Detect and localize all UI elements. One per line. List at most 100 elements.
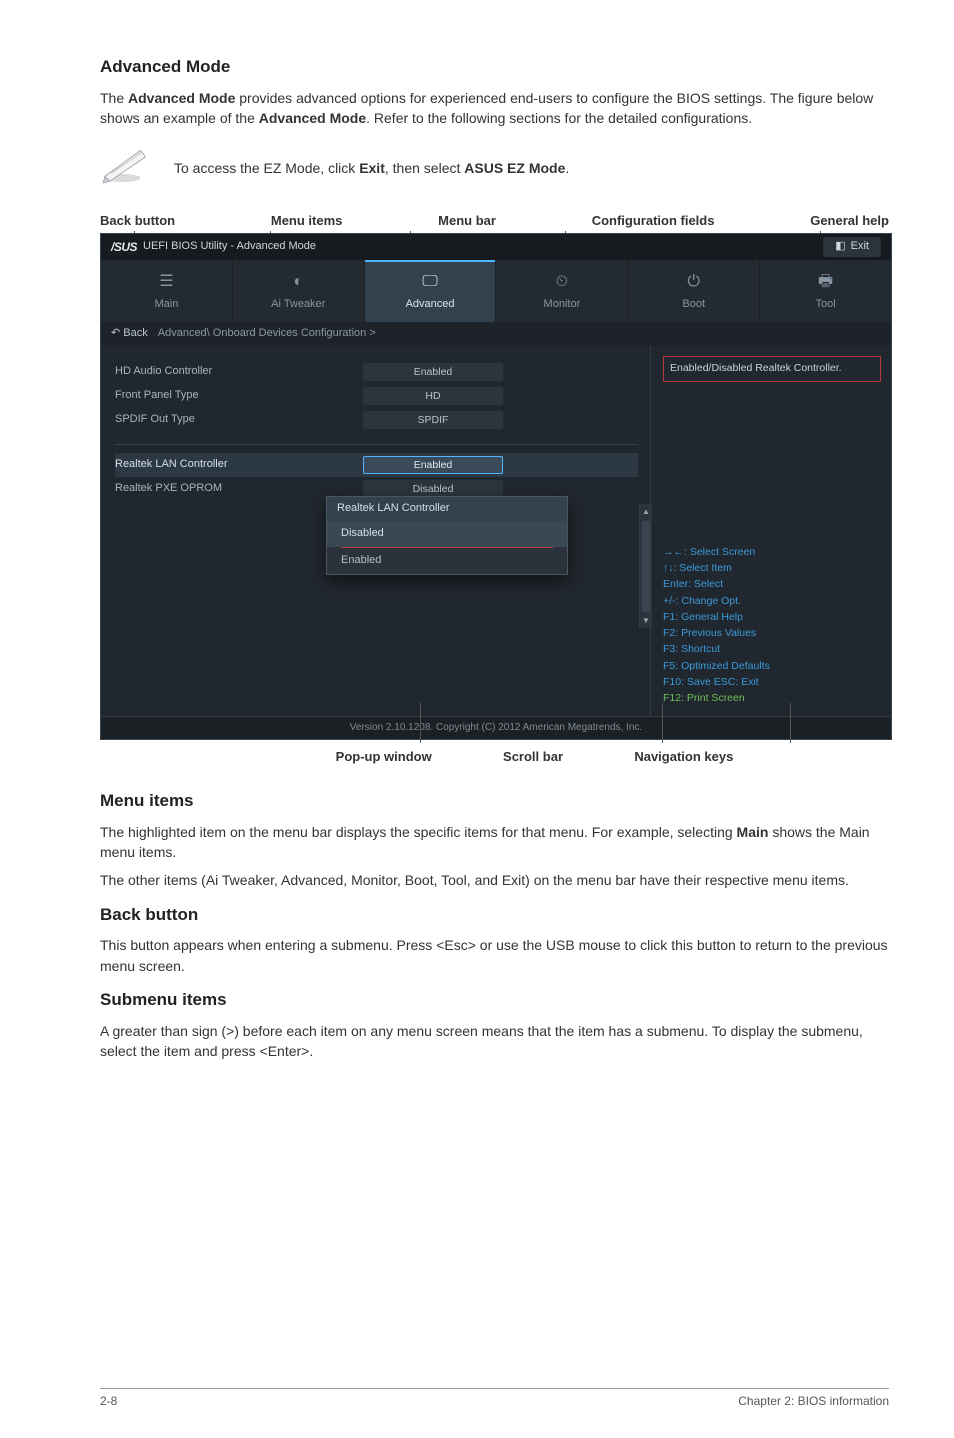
label-menu-items: Menu items: [271, 212, 343, 231]
heading-submenu-items: Submenu items: [100, 988, 889, 1013]
label-menu-bar: Menu bar: [438, 212, 496, 231]
label-popup: Pop-up window: [336, 748, 432, 767]
general-help-text: Enabled/Disabled Realtek Controller.: [663, 356, 881, 381]
page-number: 2-8: [100, 1393, 117, 1410]
bios-titlebar: /SUS UEFI BIOS Utility - Advanced Mode ◧…: [101, 234, 891, 260]
popup-option-enabled[interactable]: Enabled: [327, 548, 567, 574]
power-icon: ⏻: [687, 270, 700, 293]
pencil-icon: [100, 144, 152, 191]
text-bold: Main: [737, 824, 769, 840]
asus-logo: /SUS: [111, 239, 137, 256]
row-value[interactable]: Enabled: [363, 456, 503, 474]
text-bold: Advanced Mode: [259, 110, 366, 126]
key-hint: F2: Previous Values: [663, 625, 881, 641]
label-general-help: General help: [810, 212, 889, 231]
chevron-down-icon[interactable]: ▼: [642, 615, 650, 627]
row-label: HD Audio Controller: [115, 364, 355, 380]
label-back-button: Back button: [100, 212, 175, 231]
tab-label: Ai Tweaker: [271, 297, 325, 313]
heading-menu-items: Menu items: [100, 789, 889, 814]
text: The: [100, 90, 128, 106]
page-footer: 2-8 Chapter 2: BIOS information: [100, 1388, 889, 1410]
key-hint: F5: Optimized Defaults: [663, 658, 881, 674]
text: To access the EZ Mode, click: [174, 160, 359, 176]
row-front-panel[interactable]: Front Panel Type HD: [115, 384, 638, 408]
paragraph-menu-items-2: The other items (Ai Tweaker, Advanced, M…: [100, 870, 889, 890]
row-label: SPDIF Out Type: [115, 412, 355, 428]
tab-ai-tweaker[interactable]: ◐ Ai Tweaker: [233, 260, 365, 322]
label-scroll: Scroll bar: [503, 748, 563, 767]
back-label: Back: [123, 327, 147, 339]
guide-line: [662, 703, 663, 743]
tweaker-icon: ◐: [293, 270, 303, 293]
heading-back-button: Back button: [100, 903, 889, 928]
bios-screenshot: /SUS UEFI BIOS Utility - Advanced Mode ◧…: [100, 233, 892, 740]
gauge-icon: ⏲: [556, 270, 568, 293]
guide-line: [790, 703, 791, 743]
monitor-icon: 🖵: [422, 270, 437, 293]
row-value[interactable]: SPDIF: [363, 411, 503, 429]
scroll-thumb[interactable]: [642, 521, 650, 612]
exit-label: Exit: [851, 239, 869, 255]
key-hint: F12: Print Screen: [663, 690, 881, 706]
row-label: Realtek LAN Controller: [115, 457, 355, 473]
popup-option-disabled[interactable]: Disabled: [327, 521, 567, 547]
paragraph-menu-items-1: The highlighted item on the menu bar dis…: [100, 822, 889, 863]
heading-advanced-mode: Advanced Mode: [100, 55, 889, 80]
paragraph-submenu-items: A greater than sign (>) before each item…: [100, 1021, 889, 1062]
exit-icon: ◧: [835, 239, 845, 255]
row-label: Realtek PXE OPROM: [115, 481, 355, 497]
bios-title: UEFI BIOS Utility - Advanced Mode: [143, 239, 316, 255]
tab-label: Tool: [815, 297, 835, 313]
navigation-keys: →←: Select Screen ↑↓: Select Item Enter:…: [663, 544, 881, 707]
tool-icon: 🖶: [818, 270, 833, 293]
key-hint: →←: Select Screen: [663, 544, 881, 560]
row-realtek-lan[interactable]: Realtek LAN Controller Enabled: [115, 453, 638, 477]
label-nav: Navigation keys: [634, 748, 733, 767]
breadcrumb: ↶ Back Advanced\ Onboard Devices Configu…: [101, 322, 891, 346]
settings-list: HD Audio Controller Enabled Front Panel …: [101, 346, 650, 716]
list-icon: ☰: [159, 270, 173, 293]
text-bold: Advanced Mode: [128, 90, 235, 106]
key-hint: F1: General Help: [663, 609, 881, 625]
chapter-label: Chapter 2: BIOS information: [738, 1393, 889, 1410]
back-button[interactable]: ↶ Back: [111, 326, 148, 342]
bios-tabs: ☰ Main ◐ Ai Tweaker 🖵 Advanced ⏲ Monitor…: [101, 260, 891, 322]
figure-top-labels: Back button Menu items Menu bar Configur…: [100, 212, 889, 231]
row-spdif[interactable]: SPDIF Out Type SPDIF: [115, 408, 638, 432]
note-text: To access the EZ Mode, click Exit, then …: [174, 158, 569, 178]
row-hd-audio[interactable]: HD Audio Controller Enabled: [115, 360, 638, 384]
row-value[interactable]: Enabled: [363, 363, 503, 381]
row-label: Front Panel Type: [115, 388, 355, 404]
tab-label: Advanced: [406, 297, 455, 313]
tab-tool[interactable]: 🖶 Tool: [760, 260, 891, 322]
key-hint: F10: Save ESC: Exit: [663, 674, 881, 690]
label-config-fields: Configuration fields: [592, 212, 715, 231]
text-bold: Exit: [359, 160, 385, 176]
paragraph-advanced-mode: The Advanced Mode provides advanced opti…: [100, 88, 889, 129]
help-panel: Enabled/Disabled Realtek Controller. →←:…: [650, 346, 891, 716]
tab-monitor[interactable]: ⏲ Monitor: [496, 260, 628, 322]
breadcrumb-path: Advanced\ Onboard Devices Configuration …: [158, 326, 376, 342]
tab-label: Boot: [682, 297, 705, 313]
popup-title: Realtek LAN Controller: [327, 497, 567, 521]
popup-window: Realtek LAN Controller Disabled Enabled: [326, 496, 568, 575]
tab-advanced[interactable]: 🖵 Advanced: [365, 260, 497, 322]
arrow-left-icon: ↶: [111, 327, 120, 339]
text: .: [565, 160, 569, 176]
tab-label: Main: [154, 297, 178, 313]
exit-button[interactable]: ◧ Exit: [823, 237, 881, 257]
paragraph-back-button: This button appears when entering a subm…: [100, 935, 889, 976]
text: The highlighted item on the menu bar dis…: [100, 824, 737, 840]
row-value[interactable]: HD: [363, 387, 503, 405]
chevron-up-icon[interactable]: ▲: [642, 506, 650, 518]
note: To access the EZ Mode, click Exit, then …: [100, 144, 889, 191]
text-bold: ASUS EZ Mode: [464, 160, 565, 176]
key-hint: Enter: Select: [663, 576, 881, 592]
tab-boot[interactable]: ⏻ Boot: [628, 260, 760, 322]
key-hint: ↑↓: Select Item: [663, 560, 881, 576]
tab-main[interactable]: ☰ Main: [101, 260, 233, 322]
text: , then select: [385, 160, 464, 176]
key-hint: +/-: Change Opt.: [663, 593, 881, 609]
divider: [115, 444, 638, 445]
